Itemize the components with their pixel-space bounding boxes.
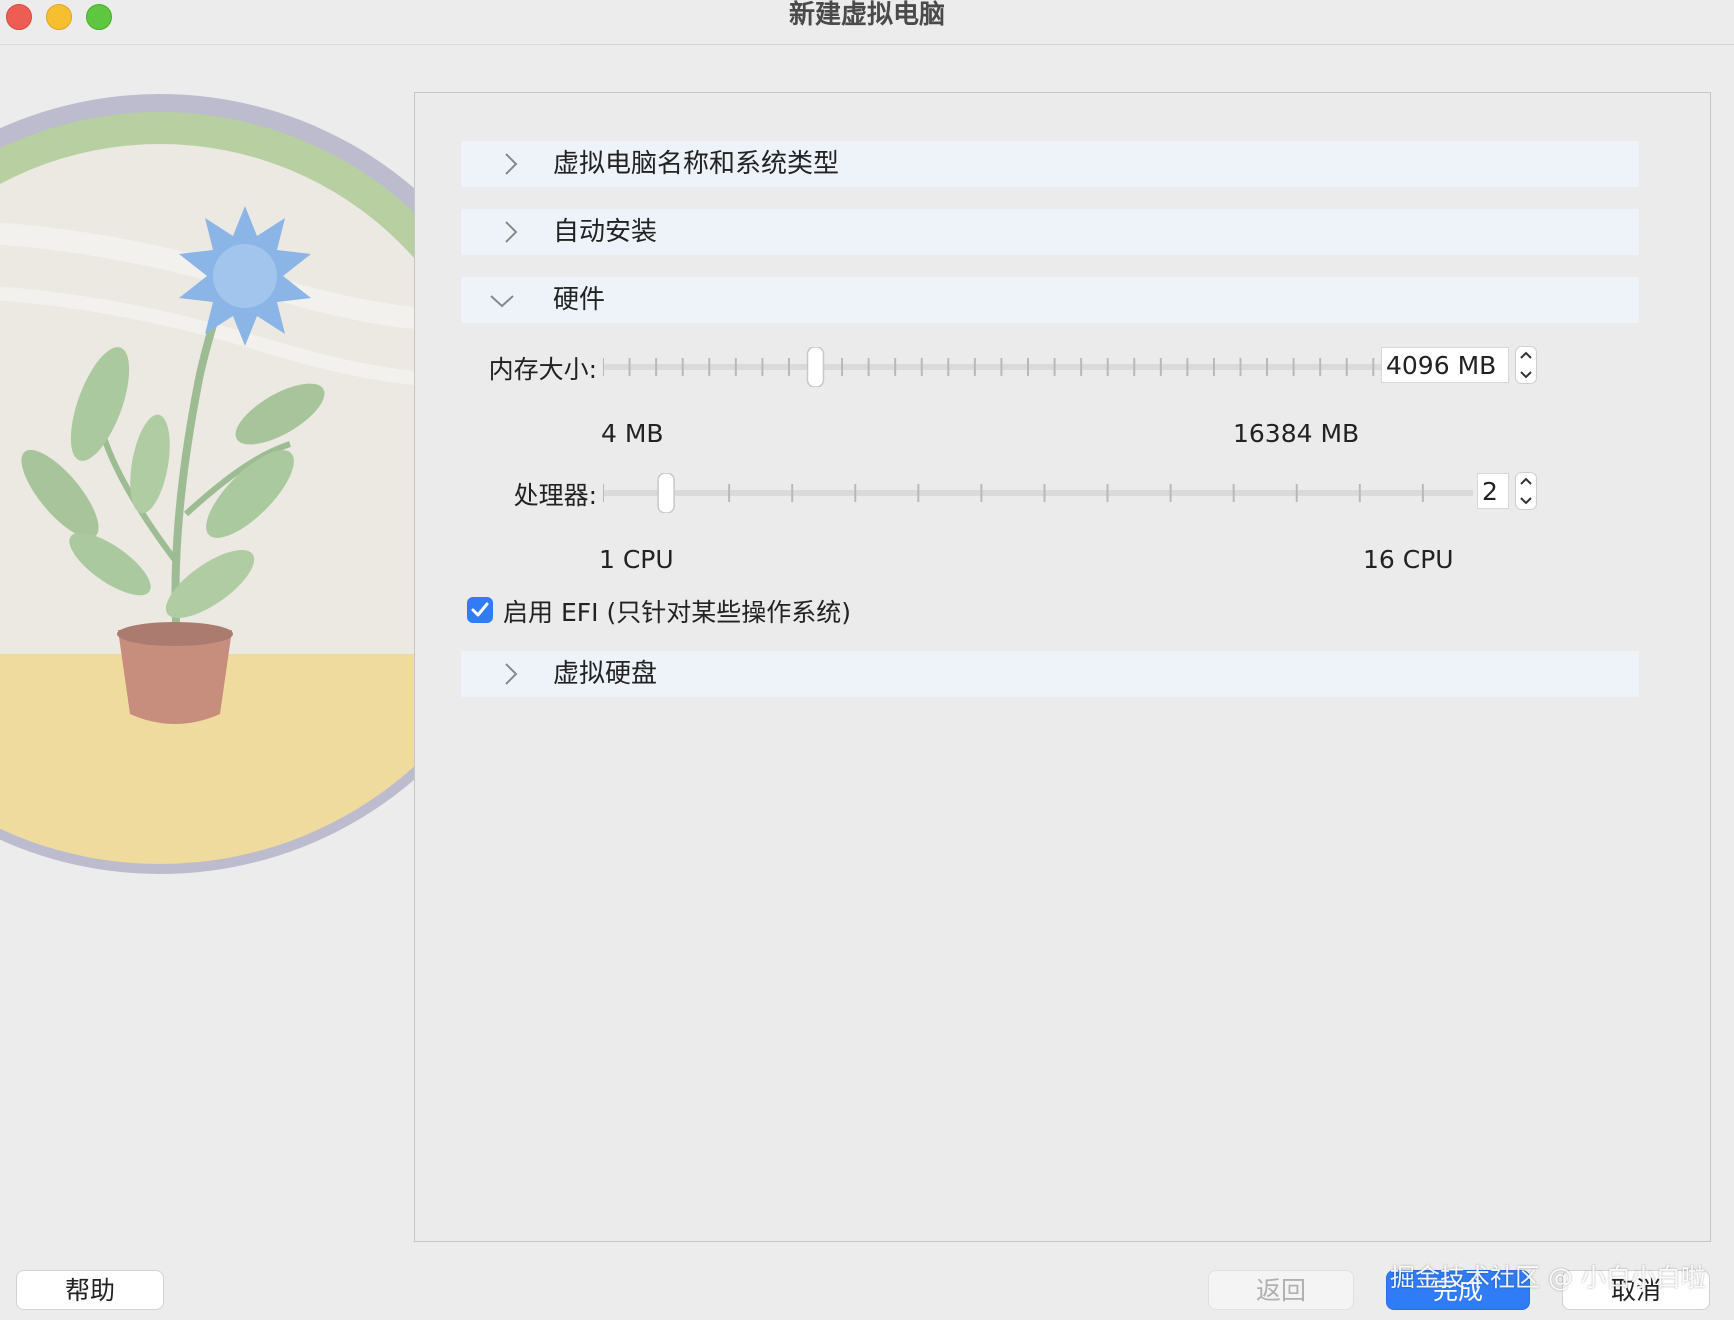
help-button[interactable]: 帮助 <box>16 1270 164 1310</box>
cpu-label: 处理器: <box>513 481 597 510</box>
section-label: 硬件 <box>553 285 606 315</box>
cpu-max-label: 16 CPU <box>1363 545 1454 574</box>
chevron-right-icon <box>505 221 518 243</box>
back-button[interactable]: 返回 <box>1208 1270 1354 1310</box>
section-virtual-disk[interactable]: 虚拟硬盘 <box>461 651 1639 697</box>
memory-max-label: 16384 MB <box>1233 419 1360 448</box>
watermark: 掘金技术社区 @ 小白小白啦 <box>1390 1263 1706 1292</box>
title-bar: 新建虚拟电脑 <box>0 0 1734 45</box>
cpu-min-label: 1 CPU <box>599 545 674 574</box>
settings-panel: 虚拟电脑名称和系统类型 自动安装 硬件 内存大小: 4096 MB 4 MB 1… <box>414 92 1711 1242</box>
cpu-slider-thumb[interactable] <box>657 473 675 513</box>
section-hardware[interactable]: 硬件 <box>461 277 1639 323</box>
memory-label: 内存大小: <box>488 355 597 384</box>
memory-value-field[interactable]: 4096 MB <box>1381 347 1509 383</box>
section-label: 自动安装 <box>553 217 658 247</box>
memory-slider[interactable] <box>603 347 1473 387</box>
memory-stepper[interactable] <box>1515 346 1537 384</box>
efi-checkbox[interactable] <box>467 597 493 623</box>
section-auto-install[interactable]: 自动安装 <box>461 209 1639 255</box>
checkmark-icon <box>471 602 489 617</box>
section-label: 虚拟硬盘 <box>553 659 658 689</box>
window-title: 新建虚拟电脑 <box>788 0 945 30</box>
chevron-down-icon <box>490 295 514 308</box>
memory-min-label: 4 MB <box>601 419 664 448</box>
chevron-right-icon <box>505 663 518 685</box>
section-name-and-os[interactable]: 虚拟电脑名称和系统类型 <box>461 141 1639 187</box>
efi-label: 启用 EFI (只针对某些操作系统) <box>503 598 851 627</box>
section-label: 虚拟电脑名称和系统类型 <box>553 149 840 179</box>
chevron-right-icon <box>505 153 518 175</box>
cpu-value-field[interactable]: 2 <box>1477 473 1509 509</box>
cpu-slider[interactable] <box>603 473 1473 513</box>
memory-slider-thumb[interactable] <box>806 347 825 387</box>
cpu-stepper[interactable] <box>1515 472 1537 510</box>
